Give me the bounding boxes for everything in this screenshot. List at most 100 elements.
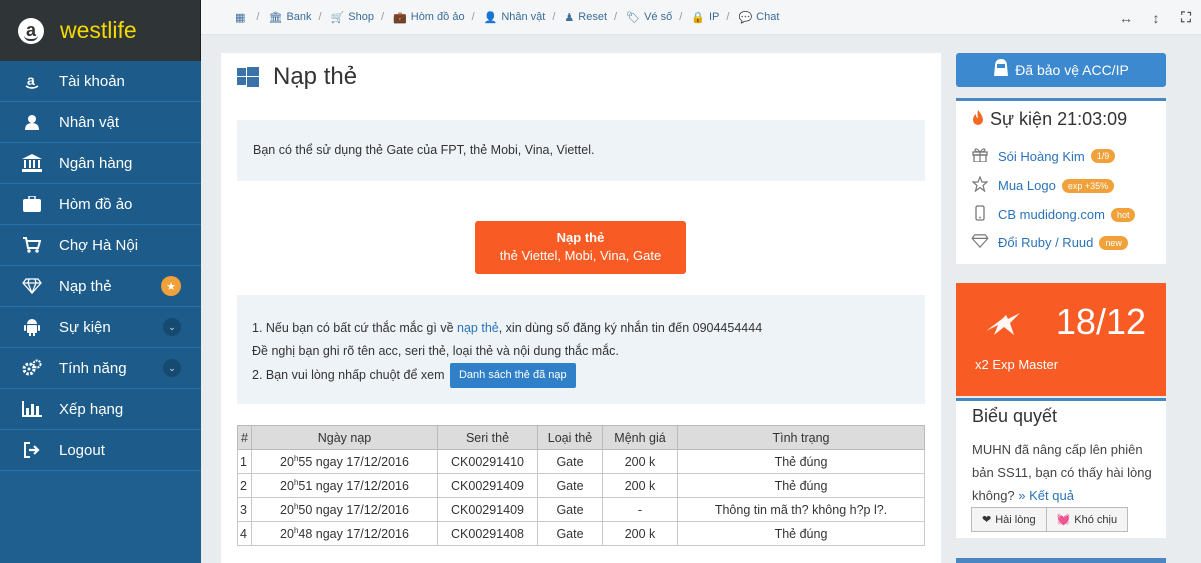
promo-text: x2 Exp Master [975, 357, 1059, 372]
event-badge: hot [1110, 207, 1136, 222]
cogs-icon [22, 358, 42, 378]
sign-out-icon [22, 440, 42, 460]
poll-results-link[interactable]: » Kết quả [1018, 488, 1074, 503]
event-panel: Sự kiện 21:03:09 Sói Hoàng Kim 1/9 Mua L… [956, 98, 1166, 264]
topup-button-title: Nạp thẻ [556, 230, 605, 245]
mobile-icon [971, 205, 989, 224]
briefcase-icon [22, 194, 42, 214]
vote-unsatisfied-button[interactable]: 💓 Khó chịu [1046, 507, 1129, 532]
topnav-link-ip[interactable]: 🔒 IP / [691, 11, 738, 24]
android-icon [22, 317, 42, 337]
table-row: 4 20h48 ngay 17/12/2016 CK00291408 Gate … [237, 521, 925, 546]
topnav-link-reset[interactable]: ♟ Reset / [564, 11, 626, 24]
fullscreen-icon[interactable]: ⛶ [1171, 0, 1201, 35]
brand[interactable]: a westlife [0, 0, 201, 61]
brand-name: westlife [60, 17, 137, 43]
sidebar-item-ranking[interactable]: Xếp hạng [0, 389, 201, 430]
diamond-icon [22, 276, 42, 296]
pawn-icon: ♟ [564, 11, 575, 24]
event-item[interactable]: Mua Logo exp +35% [971, 175, 1115, 195]
hooded-user-icon [993, 59, 1009, 81]
topup-help-link[interactable]: nạp thẻ [457, 321, 499, 335]
sidebar-item-logout[interactable]: Logout [0, 430, 201, 471]
user-icon: 👤 [483, 11, 498, 24]
sidebar-item-character[interactable]: Nhân vật [0, 102, 201, 143]
cart-icon: 🛒 [330, 11, 345, 24]
fire-icon [972, 109, 984, 130]
topnav-link-lottery[interactable]: 🏷 Vé số / [626, 11, 691, 24]
calendar-icon: ▦ [235, 11, 246, 24]
main-panel: Nạp thẻ Bạn có thể sử dụng thẻ Gate của … [221, 53, 941, 563]
table-row: 1 20h55 ngay 17/12/2016 CK00291410 Gate … [237, 449, 925, 474]
amazon-logo-icon: a [18, 17, 44, 44]
card-history-button[interactable]: Danh sách thẻ đã nạp [449, 363, 576, 388]
event-title: Sự kiện 21:03:09 [972, 109, 1127, 130]
poll-buttons: ❤ Hài lòng 💓 Khó chịu [971, 507, 1129, 532]
sidebar-item-features[interactable]: Tính năng ⌄ [0, 348, 201, 389]
topup-history-table: # Ngày nạp Seri thẻ Loại thẻ Mệnh giá Tì… [237, 425, 925, 546]
heartbeat-icon: 💓 [1056, 514, 1071, 526]
topup-button[interactable]: Nạp thẻ thẻ Viettel, Mobi, Vina, Gate [475, 221, 686, 274]
topnav-link-chat[interactable]: 💬 Chat [738, 11, 779, 24]
promo-banner[interactable]: 18/12 x2 Exp Master [956, 283, 1166, 396]
star-badge-icon: ★ [161, 276, 181, 296]
page-title: Nạp thẻ [237, 63, 357, 91]
topnav-link-character[interactable]: 👤 Nhân vật / [484, 11, 565, 24]
chevron-down-icon[interactable]: ⌄ [163, 359, 181, 377]
sidebar-item-inventory[interactable]: Hòm đồ ảo [0, 184, 201, 225]
bank-icon: 🏛 [268, 11, 283, 24]
sidebar-item-label: Hòm đồ ảo [59, 195, 133, 213]
sidebar-item-topup[interactable]: Nạp thẻ ★ [0, 266, 201, 307]
sidebar-item-label: Logout [59, 441, 105, 459]
svg-text:a: a [27, 72, 35, 88]
event-badge: 1/9 [1090, 149, 1116, 163]
swordsman-logo-icon [984, 311, 1024, 337]
sidebar-item-label: Nạp thẻ [59, 277, 112, 295]
event-item[interactable]: Đổi Ruby / Ruud new [971, 234, 1128, 251]
top-nav-bar: ▦ / 🏛 Bank / 🛒 Shop / 💼 Hòm đồ ảo / 👤 Nhân vật / … [201, 0, 1201, 35]
table-row: 3 20h50 ngay 17/12/2016 CK00291409 Gate … [237, 497, 925, 522]
topnav-link-shop[interactable]: 🛒 Shop / [331, 11, 393, 24]
topup-button-subtitle: thẻ Viettel, Mobi, Vina, Gate [499, 248, 662, 263]
poll-question: MUHN đã nâng cấp lên phiên bản SS11, bạn… [972, 442, 1152, 503]
cart-icon [22, 235, 42, 255]
expand-vertical-icon[interactable]: ↕ [1141, 0, 1171, 35]
tag-icon: 🏷 [626, 11, 641, 24]
topnav-calendar[interactable]: ▦ / [235, 11, 268, 24]
sidebar-item-label: Tính năng [59, 359, 127, 377]
chat-icon: 💬 [738, 11, 753, 24]
table-row: 2 20h51 ngay 17/12/2016 CK00291409 Gate … [237, 473, 925, 498]
sidebar-item-market[interactable]: Chợ Hà Nội [0, 225, 201, 266]
next-panel-edge [956, 558, 1166, 563]
account-protection-button[interactable]: Đã bảo vệ ACC/IP [956, 53, 1166, 87]
layout-tools: ↔ ↕ ⛶ [1111, 0, 1201, 35]
sidebar-item-account[interactable]: a Tài khoản [0, 61, 201, 102]
vote-satisfied-button[interactable]: ❤ Hài lòng [971, 507, 1047, 532]
event-badge: exp +35% [1061, 178, 1115, 193]
help-notice: 1. Nếu bạn có bất cứ thắc mắc gì về nạp … [237, 295, 925, 404]
poll-panel: Biểu quyết MUHN đã nâng cấp lên phiên bả… [956, 398, 1166, 538]
bar-chart-icon [22, 399, 42, 419]
heart-icon: ❤ [982, 514, 992, 526]
star-icon [971, 175, 989, 195]
promo-date: 18/12 [1055, 301, 1146, 342]
user-icon [22, 112, 42, 132]
sidebar: a westlife a Tài khoản Nhân vật Ngân hàn… [0, 0, 201, 563]
sidebar-item-events[interactable]: Sự kiện ⌄ [0, 307, 201, 348]
card-info-notice: Bạn có thể sử dụng thẻ Gate của FPT, thẻ… [237, 120, 925, 181]
briefcase-icon: 💼 [393, 11, 407, 24]
bank-icon [22, 153, 42, 173]
table-header-row: # Ngày nạp Seri thẻ Loại thẻ Mệnh giá Tì… [237, 425, 925, 450]
event-badge: new [1099, 235, 1128, 250]
expand-horizontal-icon[interactable]: ↔ [1111, 0, 1141, 35]
sidebar-item-bank[interactable]: Ngân hàng [0, 143, 201, 184]
chevron-down-icon[interactable]: ⌄ [163, 318, 181, 336]
sidebar-item-label: Tài khoản [59, 72, 125, 90]
page-title-text: Nạp thẻ [273, 63, 358, 90]
topnav-link-inventory[interactable]: 💼 Hòm đồ ảo / [393, 11, 484, 24]
event-item[interactable]: CB mudidong.com hot [971, 205, 1136, 224]
sidebar-item-label: Xếp hạng [59, 400, 124, 418]
poll-title: Biểu quyết [972, 406, 1058, 426]
topnav-link-bank[interactable]: 🏛 Bank / [268, 11, 330, 24]
event-item[interactable]: Sói Hoàng Kim 1/9 [971, 147, 1116, 165]
